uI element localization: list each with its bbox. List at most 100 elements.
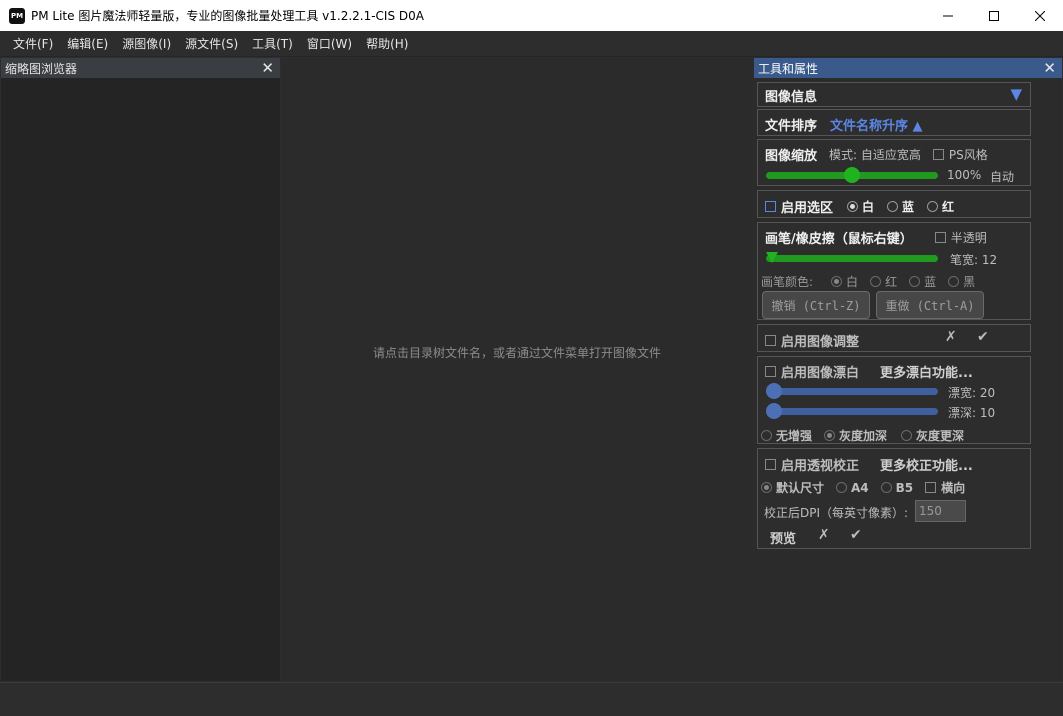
zoom-auto-label[interactable]: 自动	[990, 168, 1014, 185]
size-default-label: 默认尺寸	[776, 481, 825, 495]
whiten-gray-deepen-label: 灰度加深	[839, 429, 888, 443]
whiten-width-handle[interactable]	[766, 383, 782, 399]
enable-selection-label: 启用选区	[781, 201, 834, 216]
size-a4-label: A4	[851, 480, 869, 495]
selection-blue-label: 蓝	[902, 200, 915, 214]
whiten-gray-deeper-label: 灰度更深	[916, 429, 965, 443]
size-default-radio[interactable]	[761, 482, 772, 493]
status-bar	[0, 682, 1063, 716]
minimize-button[interactable]	[925, 0, 971, 31]
whiten-depth-handle[interactable]	[766, 403, 782, 419]
whiten-gray-deepen-radio[interactable]	[824, 430, 836, 441]
whiten-none-label: 无增强	[776, 429, 813, 443]
maximize-button[interactable]	[971, 0, 1017, 31]
app-logo-icon: PM	[9, 7, 25, 24]
enable-whiten-label: 启用图像漂白	[781, 366, 860, 381]
close-icon	[1035, 10, 1045, 21]
selection-red-radio[interactable]	[927, 201, 939, 212]
file-sort-group: 文件排序 文件名称升序 ▲	[757, 109, 1031, 136]
translucent-label: 半透明	[950, 231, 987, 245]
brush-color-label: 画笔颜色:	[761, 275, 814, 289]
ps-style-label: PS风格	[948, 148, 988, 162]
title-bar: PM PM Lite 图片魔法师轻量版，专业的图像批量处理工具 v1.2.2.1…	[0, 0, 1063, 31]
brush-white-radio[interactable]	[831, 276, 843, 287]
brush-black-radio[interactable]	[948, 276, 960, 287]
size-b5-radio[interactable]	[880, 482, 892, 493]
brush-width-text: 笔宽: 12	[950, 253, 998, 267]
tools-panel-close-icon[interactable]: ✕	[1043, 60, 1056, 76]
more-correction-link[interactable]: 更多校正功能...	[880, 455, 973, 474]
selection-blue-radio[interactable]	[887, 201, 899, 212]
adjust-ok-icon[interactable]: ✔	[977, 329, 989, 345]
adjust-cancel-icon[interactable]: ✗	[945, 329, 957, 345]
whiten-depth-slider[interactable]	[766, 403, 938, 419]
zoom-slider-handle[interactable]	[844, 167, 860, 183]
dpi-label: 校正后DPI（每英寸像素）:	[764, 506, 909, 520]
tools-properties-panel: 工具和属性 ✕ 图像信息 ▼ 文件排序 文件名称升序 ▲ 图像缩放 模式: 自适…	[754, 58, 1062, 681]
brush-blue-label: 蓝	[924, 275, 937, 289]
selection-white-label: 白	[862, 200, 875, 214]
menu-help[interactable]: 帮助(H)	[359, 31, 415, 57]
image-zoom-group: 图像缩放 模式: 自适应宽高 PS风格 100% 自动	[757, 139, 1031, 186]
enable-whiten-checkbox[interactable]	[765, 366, 776, 377]
perspective-correction-group: 启用透视校正 更多校正功能... 默认尺寸 A4 B5 横向 校正后DPI（每英…	[757, 448, 1031, 549]
whiten-none-radio[interactable]	[761, 430, 772, 441]
dpi-input[interactable]: 150	[915, 500, 966, 522]
perspective-cancel-icon[interactable]: ✗	[818, 527, 830, 543]
thumbnail-panel-close-icon[interactable]: ✕	[261, 60, 274, 76]
enable-perspective-checkbox[interactable]	[765, 459, 776, 470]
maximize-icon	[989, 10, 999, 21]
expand-down-icon[interactable]: ▼	[1010, 85, 1022, 103]
preview-button[interactable]: 预览	[770, 528, 796, 547]
window-title: PM Lite 图片魔法师轻量版，专业的图像批量处理工具 v1.2.2.1-CI…	[31, 9, 424, 23]
thumbnail-browser-panel: 缩略图浏览器 ✕	[1, 58, 280, 681]
zoom-slider[interactable]	[766, 167, 938, 183]
landscape-label: 横向	[941, 481, 966, 495]
window-controls	[925, 0, 1063, 31]
brush-eraser-group: 画笔/橡皮擦（鼠标右键） 半透明 笔宽: 12 画笔颜色: 白 红 蓝 黑 撤销…	[757, 222, 1031, 320]
selection-group: 启用选区 白 蓝 红	[757, 190, 1031, 218]
brush-blue-radio[interactable]	[909, 276, 921, 287]
tools-panel-header: 工具和属性 ✕	[754, 58, 1062, 78]
thumbnail-panel-header: 缩略图浏览器 ✕	[1, 58, 280, 78]
minimize-icon	[943, 15, 953, 16]
menu-source-image[interactable]: 源图像(I)	[115, 31, 178, 57]
image-whiten-group: 启用图像漂白 更多漂白功能... 漂宽: 20 漂深: 10 无增强 灰度加深 …	[757, 356, 1031, 444]
thumbnail-panel-title: 缩略图浏览器	[5, 61, 78, 76]
brush-width-handle[interactable]	[766, 252, 778, 263]
menu-source-file[interactable]: 源文件(S)	[178, 31, 245, 57]
brush-white-label: 白	[846, 275, 859, 289]
menu-edit[interactable]: 编辑(E)	[60, 31, 115, 57]
menu-bar: 文件(F) 编辑(E) 源图像(I) 源文件(S) 工具(T) 窗口(W) 帮助…	[0, 31, 1063, 57]
perspective-ok-icon[interactable]: ✔	[850, 527, 862, 543]
redo-button[interactable]: 重做 (Ctrl-A)	[876, 291, 984, 319]
file-sort-label: 文件排序	[765, 119, 818, 134]
ps-style-checkbox[interactable]	[932, 149, 944, 160]
menu-file[interactable]: 文件(F)	[6, 31, 60, 57]
undo-button[interactable]: 撤销 (Ctrl-Z)	[762, 291, 870, 319]
image-info-label: 图像信息	[765, 90, 818, 105]
image-info-group[interactable]: 图像信息 ▼	[757, 82, 1031, 107]
zoom-mode-text[interactable]: 模式: 自适应宽高	[829, 146, 921, 163]
size-a4-radio[interactable]	[836, 482, 848, 493]
whiten-gray-deeper-radio[interactable]	[901, 430, 913, 441]
brush-width-slider[interactable]	[766, 252, 938, 263]
enable-adjust-checkbox[interactable]	[765, 335, 776, 346]
enable-selection-checkbox[interactable]	[765, 201, 776, 212]
selection-white-radio[interactable]	[847, 201, 859, 212]
file-sort-value[interactable]: 文件名称升序 ▲	[830, 115, 923, 134]
brush-red-label: 红	[885, 275, 898, 289]
translucent-checkbox[interactable]	[934, 232, 946, 243]
whiten-width-slider[interactable]	[766, 383, 938, 399]
menu-window[interactable]: 窗口(W)	[300, 31, 359, 57]
canvas-hint-text: 请点击目录树文件名，或者通过文件菜单打开图像文件	[372, 346, 661, 360]
zoom-label: 图像缩放	[765, 149, 818, 164]
landscape-checkbox[interactable]	[925, 482, 937, 493]
enable-adjust-label: 启用图像调整	[781, 335, 860, 350]
close-button[interactable]	[1017, 0, 1063, 31]
menu-tools[interactable]: 工具(T)	[245, 31, 300, 57]
zoom-percent: 100%	[947, 168, 982, 182]
more-whiten-link[interactable]: 更多漂白功能...	[880, 362, 973, 381]
image-canvas[interactable]: 请点击目录树文件名，或者通过文件菜单打开图像文件	[281, 58, 753, 681]
brush-red-radio[interactable]	[870, 276, 882, 287]
